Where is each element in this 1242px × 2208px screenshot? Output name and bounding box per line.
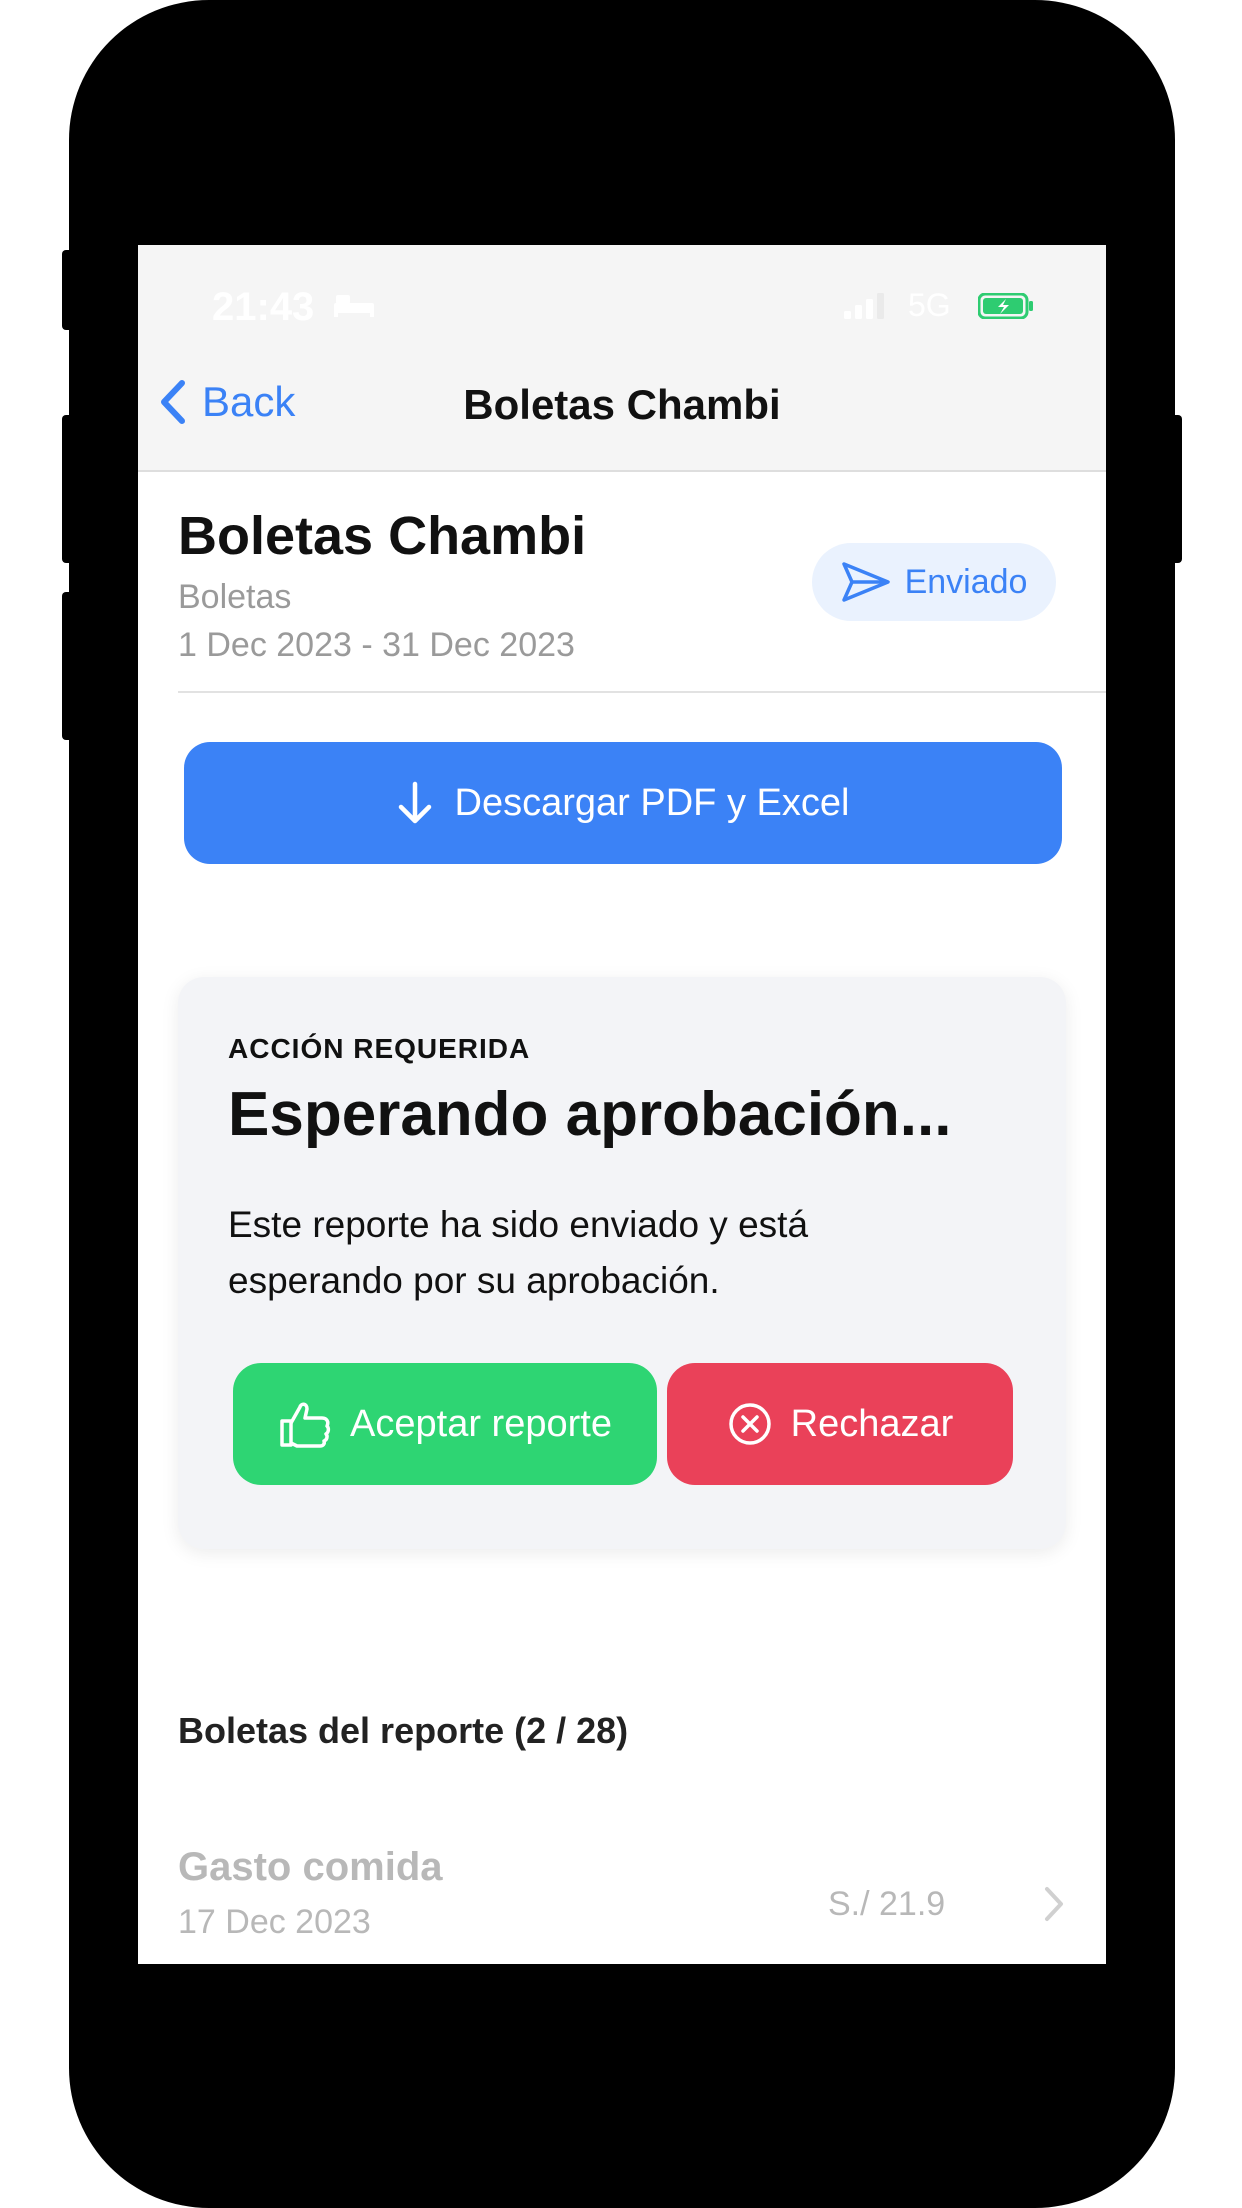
header-divider [178,691,1106,693]
approval-card-eyebrow: ACCIÓN REQUERIDA [228,1033,531,1064]
chevron-right-icon [1045,1887,1063,1921]
close-circle-icon [728,1403,771,1445]
status-badge: Enviado [812,543,1056,621]
signal-icon [844,293,884,319]
status-badge-label: Enviado [904,562,1028,601]
report-date-range: 1 Dec 2023 - 31 Dec 2023 [178,626,575,664]
status-time: 21:43 [212,285,315,329]
accept-report-label: Aceptar reporte [350,1402,612,1445]
approval-card-heading: Esperando aprobación... [228,1080,952,1149]
list-item-title: Gasto comida [178,1845,443,1889]
list-item-date: 17 Dec 2023 [178,1903,371,1941]
battery-icon [978,293,1033,319]
mute-switch [62,250,74,330]
nav-title: Boletas Chambi [463,381,781,428]
volume-up-button [62,415,74,563]
approval-card-body: Este reporte ha sido enviado y está espe… [228,1204,809,1301]
accept-report-button[interactable]: Aceptar reporte [233,1363,657,1485]
bed-icon [334,295,374,317]
receipts-heading: Boletas del reporte (2 / 28) [178,1710,629,1751]
network-type: 5G [908,287,951,323]
status-bar: 21:43 5G [138,245,1106,335]
arrow-down-icon [398,781,431,824]
report-title: Boletas Chambi [178,506,587,566]
list-item-amount: S./ 21.9 [828,1885,946,1923]
send-icon [841,562,890,602]
download-pdf-excel-button[interactable]: Descargar PDF y Excel [184,742,1062,864]
navigation-bar: Back Boletas Chambi [138,335,1106,472]
approval-card: ACCIÓN REQUERIDA Esperando aprobación...… [178,977,1066,1549]
volume-down-button [62,592,74,740]
reject-report-label: Rechazar [790,1402,954,1445]
power-button [1170,415,1182,563]
app-screen: 21:43 5G Back Boletas Chambi Boletas Cha… [138,245,1106,1964]
download-button-label: Descargar PDF y Excel [454,781,850,824]
report-category: Boletas [178,578,292,616]
reject-report-button[interactable]: Rechazar [667,1363,1013,1485]
list-item[interactable]: Gasto comida 17 Dec 2023 S./ 21.9 [138,1845,1106,1964]
thumbs-up-icon [280,1402,331,1448]
